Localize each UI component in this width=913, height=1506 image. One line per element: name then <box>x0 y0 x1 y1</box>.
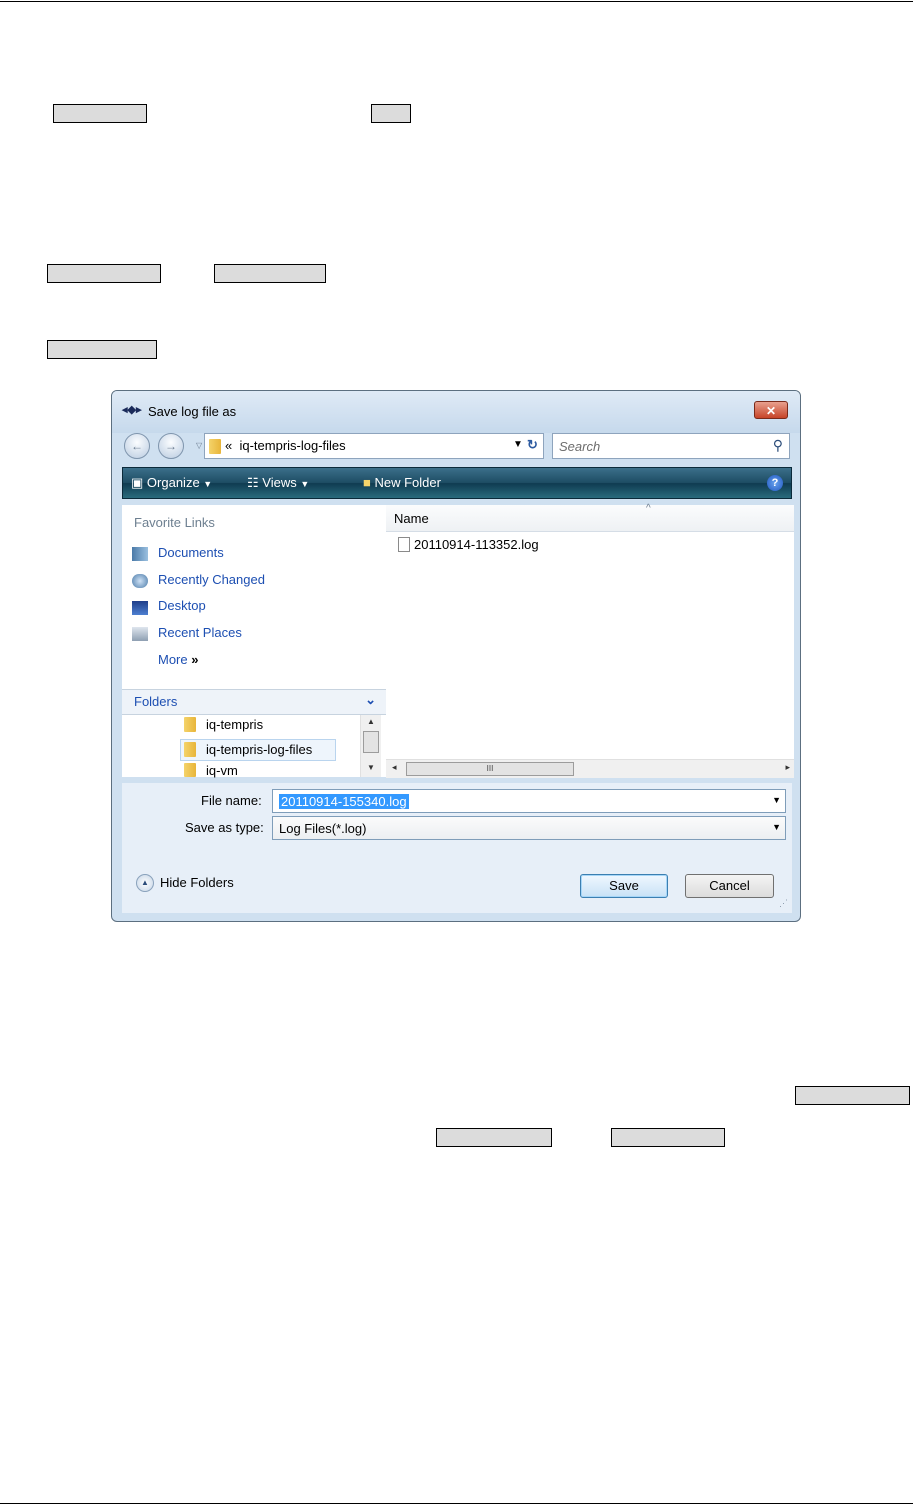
navigation-pane: Favorite Links Documents Recently Change… <box>122 505 387 778</box>
refresh-icon[interactable]: ↻ <box>527 437 538 453</box>
file-row[interactable]: 20110914-113352.log <box>398 537 539 552</box>
tree-item-iq-tempris[interactable]: iq-tempris <box>206 717 263 732</box>
folders-header[interactable]: Folders ⌄ <box>122 689 386 715</box>
top-rule <box>0 1 913 2</box>
documents-icon <box>132 547 148 561</box>
dropdown-arrow-icon: ▼ <box>300 479 310 489</box>
column-name-label: Name <box>394 511 429 526</box>
address-path: « iq-tempris-log-files <box>225 438 346 453</box>
save-as-type-select[interactable]: Log Files(*.log) ▼ <box>272 816 786 840</box>
redacted-box <box>436 1128 552 1147</box>
column-header-name[interactable]: Name ^ <box>386 503 794 532</box>
help-icon[interactable]: ? <box>767 475 783 491</box>
search-placeholder: Search <box>559 439 601 454</box>
hide-folders-button[interactable]: Hide Folders <box>160 875 234 890</box>
scrollbar-thumb[interactable]: III <box>406 762 574 776</box>
dialog-footer: File name: 20110914-155340.log ▼ Save as… <box>122 783 792 913</box>
back-button[interactable]: ← <box>124 433 150 459</box>
favorite-link-recent-places[interactable]: Recent Places <box>158 625 242 640</box>
search-box[interactable]: Search ⚲ <box>552 433 790 459</box>
hide-folders-icon[interactable]: ▲ <box>136 874 154 892</box>
chevron-down-icon[interactable]: ⌄ <box>365 692 376 708</box>
save-as-type-value: Log Files(*.log) <box>279 821 367 836</box>
save-dialog: ◂◆▸ Save log file as ✕ ← → ▽ « iq-tempri… <box>111 390 801 922</box>
resize-grip-icon[interactable]: ⋰ <box>779 898 788 909</box>
file-name-label: File name: <box>201 793 262 808</box>
scrollbar-thumb[interactable] <box>363 731 379 753</box>
file-name-value: 20110914-155340.log <box>279 794 409 809</box>
navigation-bar: ← → ▽ « iq-tempris-log-files ▼ ↻ Search … <box>112 431 800 461</box>
scroll-right-icon[interactable]: ▸ <box>785 762 790 773</box>
more-chevron-icon: » <box>191 652 199 667</box>
folder-icon <box>184 742 196 757</box>
search-icon[interactable]: ⚲ <box>773 437 783 454</box>
redacted-box <box>47 340 157 359</box>
favorite-link-desktop[interactable]: Desktop <box>158 598 206 613</box>
address-dropdown-icon[interactable]: ▼ <box>513 439 523 450</box>
scroll-down-icon[interactable]: ▼ <box>367 763 375 772</box>
command-toolbar: ▣ Organize ▼ ☷ Views ▼ ■ New Folder ? <box>122 467 792 499</box>
new-folder-button[interactable]: ■ New Folder <box>363 475 441 490</box>
recent-pages-dropdown[interactable]: ▽ <box>196 441 202 450</box>
folder-icon <box>184 763 196 777</box>
recent-places-icon <box>132 627 148 641</box>
forward-button[interactable]: → <box>158 433 184 459</box>
save-button[interactable]: Save <box>580 874 668 898</box>
file-list-pane: Name ^ 20110914-113352.log ◂ III ▸ <box>386 503 794 778</box>
redacted-box <box>214 264 326 283</box>
redacted-box <box>47 264 161 283</box>
dropdown-arrow-icon: ▼ <box>203 479 213 489</box>
recently-changed-icon <box>132 574 148 588</box>
favorite-link-recently-changed[interactable]: Recently Changed <box>158 572 265 587</box>
organize-icon: ▣ <box>131 475 144 490</box>
file-name: 20110914-113352.log <box>414 537 539 552</box>
folders-label: Folders <box>134 694 178 709</box>
redacted-box <box>611 1128 725 1147</box>
views-icon: ☷ <box>247 475 259 490</box>
dialog-title: Save log file as <box>148 404 237 419</box>
save-as-type-label: Save as type: <box>185 820 264 835</box>
redacted-box <box>795 1086 910 1105</box>
app-icon: ◂◆▸ <box>122 404 142 416</box>
tree-item-iq-vm[interactable]: iq-vm <box>206 763 238 778</box>
file-list-scrollbar[interactable]: ◂ III ▸ <box>386 759 794 778</box>
address-segment[interactable]: iq-tempris-log-files <box>239 438 345 453</box>
bottom-rule <box>0 1503 913 1504</box>
dialog-titlebar[interactable]: ◂◆▸ Save log file as ✕ <box>112 391 800 433</box>
close-button[interactable]: ✕ <box>754 401 788 419</box>
favorite-link-more[interactable]: More » <box>158 652 198 667</box>
favorite-links-heading: Favorite Links <box>134 515 215 530</box>
organize-menu[interactable]: ▣ Organize ▼ <box>131 475 212 491</box>
dropdown-arrow-icon[interactable]: ▼ <box>772 795 781 805</box>
file-name-input[interactable]: 20110914-155340.log ▼ <box>272 789 786 813</box>
address-chevron[interactable]: « <box>225 438 232 453</box>
cancel-button[interactable]: Cancel <box>685 874 774 898</box>
tree-item-iq-tempris-log-files[interactable]: iq-tempris-log-files <box>206 742 312 757</box>
sort-ascending-icon: ^ <box>646 503 651 514</box>
desktop-icon <box>132 601 148 615</box>
new-folder-icon: ■ <box>363 475 371 490</box>
scroll-up-icon[interactable]: ▲ <box>367 717 375 726</box>
redacted-box <box>53 104 147 123</box>
favorite-link-documents[interactable]: Documents <box>158 545 224 560</box>
views-menu[interactable]: ☷ Views ▼ <box>247 475 309 491</box>
folder-icon <box>184 717 196 732</box>
folder-icon <box>209 439 221 454</box>
scroll-left-icon[interactable]: ◂ <box>392 762 397 773</box>
address-bar[interactable]: « iq-tempris-log-files ▼ ↻ <box>204 433 544 459</box>
log-file-icon <box>398 537 410 552</box>
dropdown-arrow-icon[interactable]: ▼ <box>772 822 781 832</box>
redacted-box <box>371 104 411 123</box>
folder-tree-scrollbar[interactable]: ▲ ▼ <box>360 715 381 777</box>
